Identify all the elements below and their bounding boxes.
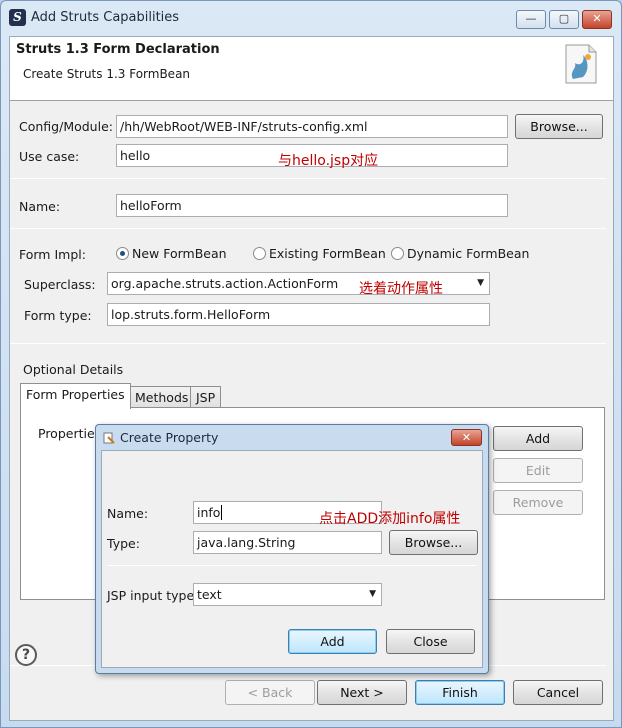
dialog-app-icon bbox=[103, 432, 115, 444]
maximize-button[interactable]: ▢ bbox=[549, 10, 579, 29]
dialog-type-field[interactable]: java.lang.String bbox=[193, 531, 382, 554]
radio-new-formbean[interactable] bbox=[116, 247, 129, 260]
separator bbox=[10, 228, 606, 229]
close-button[interactable]: ✕ bbox=[582, 10, 612, 29]
radio-new-formbean-label[interactable]: New FormBean bbox=[132, 246, 227, 261]
remove-property-button[interactable]: Remove bbox=[493, 490, 583, 515]
form-impl-label: Form Impl: bbox=[19, 247, 86, 262]
use-case-annotation: 与hello.jsp对应 bbox=[278, 153, 379, 169]
chevron-down-icon[interactable]: ▼ bbox=[477, 273, 484, 294]
cancel-button[interactable]: Cancel bbox=[513, 680, 603, 705]
create-property-dialog: Create Property ✕ Name: info 点击ADD添加info… bbox=[95, 424, 489, 674]
form-type-label: Form type: bbox=[24, 308, 92, 323]
tab-form-properties[interactable]: Form Properties bbox=[20, 383, 131, 409]
superclass-value: org.apache.struts.action.ActionForm bbox=[111, 276, 339, 291]
dialog-title: Create Property bbox=[120, 430, 219, 445]
separator bbox=[10, 343, 606, 344]
banner-subtitle: Create Struts 1.3 FormBean bbox=[23, 67, 191, 81]
name-label: Name: bbox=[19, 199, 61, 214]
superclass-label: Superclass: bbox=[24, 277, 96, 292]
banner-title: Struts 1.3 Form Declaration bbox=[16, 42, 220, 57]
app-icon: S bbox=[9, 9, 26, 26]
superclass-annotation: 选着动作属性 bbox=[359, 281, 443, 297]
text-cursor bbox=[221, 505, 223, 520]
radio-dynamic-formbean-label[interactable]: Dynamic FormBean bbox=[407, 246, 529, 261]
config-module-field[interactable]: /hh/WebRoot/WEB-INF/struts-config.xml bbox=[116, 115, 508, 138]
dialog-close-button[interactable]: ✕ bbox=[451, 429, 482, 446]
window-title: Add Struts Capabilities bbox=[31, 10, 180, 25]
dialog-type-label: Type: bbox=[107, 536, 140, 551]
dialog-annotation: 点击ADD添加info属性 bbox=[319, 511, 461, 527]
dialog-add-button[interactable]: Add bbox=[288, 629, 377, 654]
use-case-label: Use case: bbox=[19, 149, 80, 164]
radio-existing-formbean[interactable] bbox=[253, 247, 266, 260]
minimize-button[interactable]: — bbox=[516, 10, 546, 29]
name-field[interactable]: helloForm bbox=[116, 194, 508, 217]
config-module-label: Config/Module: bbox=[19, 119, 113, 134]
dialog-name-label: Name: bbox=[107, 506, 149, 521]
edit-property-button[interactable]: Edit bbox=[493, 458, 583, 483]
jsp-input-type-combo[interactable]: text ▼ bbox=[193, 583, 382, 606]
jsp-input-type-label: JSP input type bbox=[107, 588, 195, 603]
chevron-down-icon[interactable]: ▼ bbox=[369, 584, 376, 605]
dialog-body: Name: info 点击ADD添加info属性 Type: java.lang… bbox=[101, 450, 483, 668]
dialog-close-action-button[interactable]: Close bbox=[386, 629, 475, 654]
back-button[interactable]: < Back bbox=[225, 680, 315, 705]
wizard-banner: Struts 1.3 Form Declaration Create Strut… bbox=[10, 37, 613, 101]
tab-methods[interactable]: Methods bbox=[129, 386, 195, 409]
add-property-button[interactable]: Add bbox=[493, 426, 583, 451]
dialog-browse-button[interactable]: Browse... bbox=[389, 530, 478, 555]
separator bbox=[107, 565, 477, 566]
finish-button[interactable]: Finish bbox=[415, 680, 505, 705]
radio-existing-formbean-label[interactable]: Existing FormBean bbox=[269, 246, 386, 261]
title-bar: S Add Struts Capabilities — ▢ ✕ bbox=[1, 1, 621, 35]
jsp-input-type-value: text bbox=[197, 587, 222, 602]
separator bbox=[10, 178, 606, 179]
wizard-document-icon bbox=[565, 44, 597, 84]
form-type-field[interactable]: lop.struts.form.HelloForm bbox=[107, 303, 490, 326]
wizard-window: S Add Struts Capabilities — ▢ ✕ Struts 1… bbox=[0, 0, 622, 728]
tab-jsp[interactable]: JSP bbox=[190, 386, 222, 409]
config-browse-button[interactable]: Browse... bbox=[515, 114, 603, 139]
optional-details-label: Optional Details bbox=[23, 362, 124, 377]
help-icon[interactable]: ? bbox=[15, 644, 37, 666]
dialog-name-value: info bbox=[197, 505, 221, 520]
next-button[interactable]: Next > bbox=[317, 680, 407, 705]
radio-dynamic-formbean[interactable] bbox=[391, 247, 404, 260]
